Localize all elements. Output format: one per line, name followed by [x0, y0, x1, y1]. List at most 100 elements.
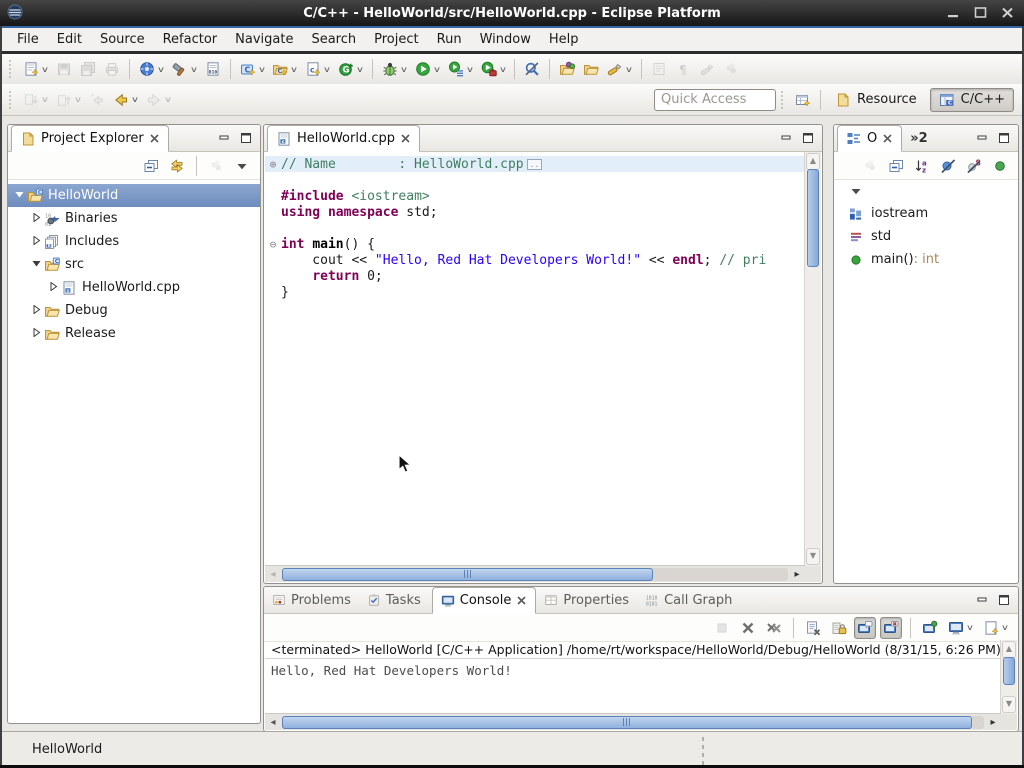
- collapse-arrow-icon[interactable]: [12, 190, 27, 202]
- sash-handle[interactable]: [702, 737, 704, 765]
- open-console-button[interactable]: ∨: [980, 617, 1011, 639]
- tree-item-includes[interactable]: hIncludes: [8, 230, 260, 253]
- scrollbar-thumb[interactable]: [807, 169, 819, 267]
- tab-project-explorer[interactable]: Project Explorer: [11, 125, 169, 152]
- scrollbar-thumb[interactable]: [282, 568, 653, 581]
- minimize-icon[interactable]: [975, 131, 989, 145]
- sort-az-button[interactable]: az: [911, 155, 933, 177]
- tree-item-helloworld-cpp[interactable]: cHelloWorld.cpp: [8, 276, 260, 299]
- expand-arrow-icon[interactable]: [29, 236, 44, 248]
- scroll-left-arrow[interactable]: ◂: [265, 717, 281, 728]
- highlighter-button[interactable]: ∨: [604, 58, 635, 80]
- pin-console-button[interactable]: [919, 617, 941, 639]
- perspective-resource-button[interactable]: Resource: [826, 88, 926, 112]
- tab-helloworld-cpp[interactable]: c HelloWorld.cpp: [267, 125, 420, 152]
- tree-item-helloworld[interactable]: CHelloWorld: [8, 184, 260, 207]
- dropdown-chevron-icon[interactable]: ∨: [257, 65, 265, 74]
- close-icon[interactable]: [882, 133, 893, 144]
- collapse-all-button[interactable]: [140, 155, 162, 177]
- maximize-icon[interactable]: [997, 131, 1011, 145]
- scroll-lock-button[interactable]: [828, 617, 850, 639]
- tab-console[interactable]: Console: [432, 587, 537, 614]
- tree-item-release[interactable]: Release: [8, 322, 260, 345]
- dropdown-chevron-icon[interactable]: ∨: [625, 65, 633, 74]
- remove-launch-button[interactable]: [737, 617, 759, 639]
- console-output[interactable]: Hello, Red Hat Developers World!: [265, 659, 1000, 714]
- close-icon[interactable]: [149, 133, 160, 144]
- dropdown-chevron-icon[interactable]: ∨: [190, 65, 198, 74]
- close-icon[interactable]: [516, 595, 527, 606]
- console-vertical-scrollbar[interactable]: ▲ ▼: [1000, 640, 1017, 714]
- perspective-cc-button[interactable]: CC/C++: [930, 88, 1014, 112]
- menu-edit[interactable]: Edit: [48, 29, 91, 50]
- view-menu-button[interactable]: [845, 180, 867, 202]
- scroll-right-arrow[interactable]: ▸: [789, 569, 805, 580]
- scroll-up-arrow[interactable]: ▲: [806, 153, 820, 170]
- open-type-button[interactable]: [556, 58, 578, 80]
- hide-fields-button[interactable]: [937, 155, 959, 177]
- scrollbar-thumb[interactable]: [282, 716, 972, 729]
- quick-access-input[interactable]: [654, 89, 776, 111]
- external-tools-button[interactable]: ∨: [478, 58, 509, 80]
- editor-vertical-scrollbar[interactable]: ▲ ▼: [804, 152, 821, 566]
- menu-help[interactable]: Help: [540, 29, 588, 50]
- outline-item-main-[interactable]: main() : int: [834, 248, 1018, 271]
- hide-non-public-button[interactable]: [989, 155, 1011, 177]
- outline-item-iostream[interactable]: iostream: [834, 202, 1018, 225]
- expand-arrow-icon[interactable]: [29, 213, 44, 225]
- tab-properties[interactable]: Properties: [536, 587, 637, 613]
- scroll-left-arrow[interactable]: ◂: [265, 569, 281, 580]
- code-editor[interactable]: ⊕// Name : HelloWorld.cpp..#include <ios…: [265, 152, 805, 566]
- dropdown-chevron-icon[interactable]: ∨: [400, 65, 408, 74]
- editor-horizontal-scrollbar[interactable]: ◂ ▸: [265, 565, 805, 582]
- tab-outline[interactable]: O: [837, 125, 902, 152]
- maximize-icon[interactable]: [997, 593, 1011, 607]
- run-button[interactable]: ∨: [412, 58, 443, 80]
- scroll-up-arrow[interactable]: ▲: [1002, 641, 1016, 658]
- debug-target-button[interactable]: ∨: [136, 58, 167, 80]
- search-button[interactable]: [521, 58, 543, 80]
- new-wizard-button[interactable]: ∨: [20, 58, 51, 80]
- back-button[interactable]: ∨: [110, 89, 141, 111]
- minimize-icon[interactable]: [779, 131, 793, 145]
- dropdown-chevron-icon[interactable]: ∨: [1001, 623, 1009, 632]
- menu-source[interactable]: Source: [91, 29, 154, 50]
- collapse-all-button[interactable]: [885, 155, 907, 177]
- open-resource-button[interactable]: [580, 58, 602, 80]
- tab-problems[interactable]: Problems: [264, 587, 359, 613]
- fold-plus-icon[interactable]: ⊕: [265, 158, 281, 171]
- minimize-icon[interactable]: [975, 593, 989, 607]
- scroll-down-arrow[interactable]: ▼: [806, 548, 820, 565]
- console-horizontal-scrollbar[interactable]: ◂ ▸: [265, 713, 1001, 730]
- minimize-window-icon[interactable]: [947, 6, 960, 19]
- maximize-icon[interactable]: [801, 131, 815, 145]
- dropdown-chevron-icon[interactable]: ∨: [466, 65, 474, 74]
- dropdown-chevron-icon[interactable]: ∨: [290, 65, 298, 74]
- show-stdout-button[interactable]: [854, 617, 876, 639]
- expand-arrow-icon[interactable]: [29, 305, 44, 317]
- scrollbar-thumb[interactable]: [1003, 657, 1015, 685]
- menu-navigate[interactable]: Navigate: [226, 29, 302, 50]
- hide-static-button[interactable]: S: [963, 155, 985, 177]
- dropdown-chevron-icon[interactable]: ∨: [131, 95, 139, 104]
- build-button[interactable]: ∨: [169, 58, 200, 80]
- menu-project[interactable]: Project: [365, 29, 427, 50]
- tab-call-graph[interactable]: 10100101Call Graph: [637, 587, 740, 613]
- expand-arrow-icon[interactable]: [46, 282, 61, 294]
- close-window-icon[interactable]: [1001, 6, 1014, 19]
- menu-window[interactable]: Window: [471, 29, 540, 50]
- expand-arrow-icon[interactable]: [29, 328, 44, 340]
- folded-region-indicator[interactable]: ..: [527, 159, 543, 170]
- close-icon[interactable]: [400, 133, 411, 144]
- tree-item-debug[interactable]: Debug: [8, 299, 260, 322]
- show-stderr-button[interactable]: [880, 617, 902, 639]
- minimize-icon[interactable]: [217, 131, 231, 145]
- menu-refactor[interactable]: Refactor: [154, 29, 227, 50]
- new-c-project-button[interactable]: C∨: [237, 58, 268, 80]
- dropdown-chevron-icon[interactable]: ∨: [323, 65, 331, 74]
- link-editor-button[interactable]: [166, 155, 188, 177]
- menu-search[interactable]: Search: [302, 29, 365, 50]
- dropdown-chevron-icon[interactable]: ∨: [966, 623, 974, 632]
- scroll-down-arrow[interactable]: ▼: [1002, 696, 1016, 713]
- new-class-button[interactable]: c∨: [302, 58, 333, 80]
